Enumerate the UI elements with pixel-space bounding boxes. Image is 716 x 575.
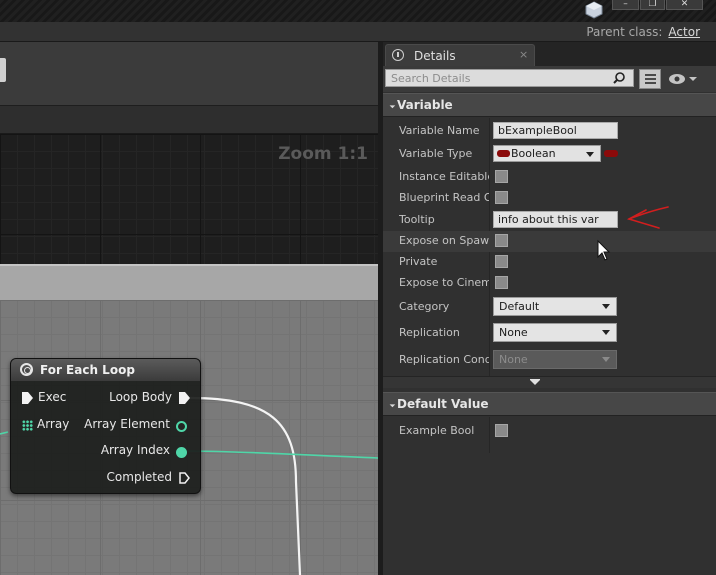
graph-comment-band[interactable] xyxy=(0,264,378,300)
details-tabstrip: Details × xyxy=(383,42,716,66)
prop-example-bool: Example Bool xyxy=(383,421,716,442)
prop-variable-type-label: Variable Type xyxy=(399,147,473,160)
tab-details[interactable]: Details × xyxy=(385,44,535,66)
completed-pin-icon[interactable] xyxy=(179,472,190,484)
search-icon[interactable] xyxy=(613,72,625,84)
parent-class-link[interactable]: Actor xyxy=(668,25,700,39)
replication-condition-value: None xyxy=(499,353,528,366)
blueprint-toolbar: Parent class: Actor xyxy=(0,22,716,42)
array-element-pin-icon[interactable] xyxy=(176,421,187,432)
prop-expose-to-cinematics: Expose to Cinematics xyxy=(383,273,716,294)
expand-arrow-icon xyxy=(530,380,540,385)
prop-private: Private xyxy=(383,252,716,273)
collapsed-panel-handle[interactable] xyxy=(0,58,6,82)
graph-editor[interactable]: Zoom 1:1 For Each Loop Exec Array Loop B… xyxy=(0,42,378,575)
prop-category: Category Default xyxy=(383,297,716,318)
prop-expose-on-spawn-label: Expose on Spawn xyxy=(399,234,489,247)
search-details-input[interactable] xyxy=(385,69,634,87)
prop-category-label: Category xyxy=(399,300,450,313)
tooltip-field[interactable]: info about this var xyxy=(493,211,618,228)
prop-instance-editable-label: Instance Editable xyxy=(399,170,489,183)
variable-type-value: Boolean xyxy=(511,147,556,160)
collapse-arrow-icon xyxy=(386,398,396,408)
prop-expose-on-spawn: Expose on Spawn xyxy=(383,231,716,252)
expose-to-cinematics-checkbox[interactable] xyxy=(495,276,508,289)
expose-on-spawn-checkbox[interactable] xyxy=(495,234,508,247)
chevron-down-icon xyxy=(602,330,610,335)
replication-dropdown[interactable]: None xyxy=(493,323,617,342)
exec-input-pin-icon[interactable] xyxy=(22,392,33,404)
prop-example-bool-label: Example Bool xyxy=(399,424,475,437)
chevron-down-icon xyxy=(586,152,594,157)
prop-private-label: Private xyxy=(399,255,438,268)
property-matrix-button[interactable] xyxy=(639,69,661,89)
details-search-row xyxy=(383,66,716,92)
variable-name-field[interactable]: bExampleBool xyxy=(493,122,618,139)
parent-class-label: Parent class: xyxy=(586,25,663,39)
loop-body-label: Loop Body xyxy=(109,390,172,404)
array-index-pin-icon[interactable] xyxy=(176,447,187,458)
section-default-value-header[interactable]: Default Value xyxy=(383,392,716,416)
maximize-button[interactable]: ❐ xyxy=(640,0,665,10)
prop-replication: Replication None xyxy=(383,323,716,344)
array-input-label: Array xyxy=(37,417,70,431)
prop-replication-label: Replication xyxy=(399,326,460,339)
blueprint-read-only-checkbox[interactable] xyxy=(495,191,508,204)
chevron-down-icon xyxy=(602,357,610,362)
advanced-properties-expander[interactable] xyxy=(383,376,716,388)
prop-replication-condition: Replication Condition None xyxy=(383,350,716,371)
prop-tooltip-label: Tooltip xyxy=(399,213,435,226)
prop-replication-condition-label: Replication Condition xyxy=(399,353,489,366)
exec-input-label: Exec xyxy=(38,390,67,404)
array-element-label: Array Element xyxy=(84,417,170,431)
unreal-engine-icon xyxy=(585,1,603,19)
section-variable-header[interactable]: Variable xyxy=(383,93,716,117)
completed-label: Completed xyxy=(106,470,172,484)
prop-variable-name: Variable Name bExampleBool xyxy=(383,121,716,142)
boolean-type-icon xyxy=(497,150,510,157)
loop-body-pin-icon[interactable] xyxy=(179,392,190,404)
prop-variable-type: Variable Type Boolean xyxy=(383,144,716,165)
section-default-value-title: Default Value xyxy=(397,397,489,411)
tab-details-label: Details xyxy=(414,49,456,63)
parent-class-info: Parent class: Actor xyxy=(586,25,700,39)
array-input-pin-icon[interactable] xyxy=(22,420,33,431)
tab-close-icon[interactable]: × xyxy=(519,48,528,61)
prop-instance-editable: Instance Editable xyxy=(383,167,716,188)
minimize-button[interactable]: – xyxy=(612,0,639,10)
private-checkbox[interactable] xyxy=(495,255,508,268)
for-each-loop-node[interactable]: For Each Loop Exec Array Loop Body Array… xyxy=(10,358,201,494)
graph-breadcrumb-bar xyxy=(0,106,378,134)
replication-condition-dropdown: None xyxy=(493,350,617,369)
category-dropdown[interactable]: Default xyxy=(493,297,617,316)
node-header[interactable]: For Each Loop xyxy=(11,359,200,381)
prop-tooltip: Tooltip info about this var xyxy=(383,210,716,231)
prop-blueprint-read-only: Blueprint Read Only xyxy=(383,188,716,209)
loop-icon xyxy=(20,363,33,376)
replication-value: None xyxy=(499,326,528,339)
details-panel: Details × Variable Variable Name bExampl… xyxy=(383,42,716,575)
array-index-label: Array Index xyxy=(100,443,170,457)
chevron-down-icon xyxy=(602,304,610,309)
view-options-eye-icon[interactable] xyxy=(667,71,699,87)
instance-editable-checkbox[interactable] xyxy=(495,170,508,183)
node-title: For Each Loop xyxy=(40,363,135,377)
prop-expose-to-cinematics-label: Expose to Cinematics xyxy=(399,276,489,289)
section-variable-title: Variable xyxy=(397,98,453,112)
graph-header-panel xyxy=(0,42,378,106)
close-button[interactable]: ✕ xyxy=(666,0,703,10)
collapse-arrow-icon xyxy=(386,99,396,109)
container-type-icon[interactable] xyxy=(604,150,618,157)
zoom-label: Zoom 1:1 xyxy=(278,144,368,164)
window-titlebar: – ❐ ✕ xyxy=(0,0,716,22)
variable-type-dropdown[interactable]: Boolean xyxy=(493,145,601,162)
example-bool-checkbox[interactable] xyxy=(495,424,508,437)
prop-variable-name-label: Variable Name xyxy=(399,124,480,137)
prop-blueprint-read-only-label: Blueprint Read Only xyxy=(399,191,489,204)
category-value: Default xyxy=(499,300,540,313)
info-icon xyxy=(392,49,404,61)
